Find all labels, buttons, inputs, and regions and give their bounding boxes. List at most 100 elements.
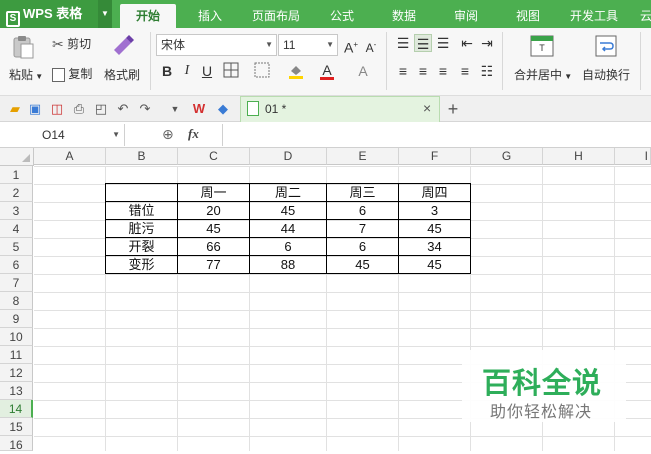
row-header[interactable]: 1 <box>0 166 33 184</box>
row-header[interactable]: 10 <box>0 328 33 346</box>
table-cell[interactable]: 45 <box>399 256 470 274</box>
tab-view[interactable]: 视图 <box>504 4 552 28</box>
align-middle-icon[interactable]: ☰ <box>414 34 432 52</box>
table-cell[interactable]: 66 <box>178 238 249 256</box>
row-header[interactable]: 6 <box>0 256 33 274</box>
tab-review[interactable]: 审阅 <box>442 4 490 28</box>
decrease-font-icon[interactable]: A- <box>362 36 380 55</box>
table-cell[interactable]: 6 <box>327 202 398 220</box>
font-color-icon[interactable]: A <box>318 61 336 80</box>
table-cell[interactable]: 44 <box>250 220 326 238</box>
justify-icon[interactable]: ≡ <box>456 62 474 80</box>
column-header[interactable]: A <box>34 148 106 165</box>
align-bottom-icon[interactable]: ☰ <box>434 34 452 52</box>
table-cell[interactable]: 脏污 <box>106 220 177 238</box>
new-tab-icon[interactable]: + <box>444 100 462 118</box>
fill-pattern-icon[interactable] <box>253 62 271 80</box>
table-cell[interactable]: 88 <box>250 256 326 274</box>
column-header[interactable]: B <box>106 148 178 165</box>
document-tab[interactable]: 01 * × <box>240 96 440 122</box>
row-header[interactable]: 4 <box>0 220 33 238</box>
merge-center-button[interactable]: 合并居中 ▼ <box>514 66 572 83</box>
chevron-down-icon[interactable]: ▼ <box>98 0 112 28</box>
table-cell[interactable]: 45 <box>399 220 470 238</box>
table-cell[interactable]: 45 <box>250 202 326 220</box>
row-header[interactable]: 12 <box>0 364 33 382</box>
row-header[interactable]: 7 <box>0 274 33 292</box>
export-pdf-icon[interactable]: ◫ <box>48 100 66 118</box>
column-header[interactable]: G <box>471 148 543 165</box>
align-right-icon[interactable]: ≡ <box>434 62 452 80</box>
table-header-cell[interactable]: 周二 <box>250 184 326 202</box>
copy-button[interactable]: 复制 <box>52 65 92 82</box>
table-cell[interactable]: 6 <box>327 238 398 256</box>
border-icon[interactable] <box>222 62 240 80</box>
bold-button[interactable]: B <box>158 62 176 80</box>
column-header[interactable]: F <box>399 148 471 165</box>
cube-icon[interactable]: ◆ <box>214 100 232 118</box>
clear-format-icon[interactable]: A <box>354 62 372 80</box>
row-header[interactable]: 16 <box>0 436 33 452</box>
table-cell[interactable]: 34 <box>399 238 470 256</box>
wrap-text-button[interactable]: 自动换行 <box>582 66 630 83</box>
tab-insert[interactable]: 插入 <box>184 4 236 28</box>
table-cell[interactable]: 开裂 <box>106 238 177 256</box>
row-header[interactable]: 11 <box>0 346 33 364</box>
cut-button[interactable]: ✂ 剪切 <box>52 35 91 53</box>
function-icon[interactable]: fx <box>188 126 199 142</box>
row-header[interactable]: 2 <box>0 184 33 202</box>
tab-formulas[interactable]: 公式 <box>318 4 366 28</box>
table-cell[interactable]: 错位 <box>106 202 177 220</box>
table-cell[interactable]: 变形 <box>106 256 177 274</box>
print-icon[interactable]: ⎙ <box>70 100 88 118</box>
indent-increase-icon[interactable]: ⇥ <box>478 34 496 52</box>
tab-home[interactable]: 开始 <box>120 4 176 28</box>
align-left-icon[interactable]: ≡ <box>394 62 412 80</box>
table-cell[interactable]: 7 <box>327 220 398 238</box>
column-header[interactable]: E <box>327 148 399 165</box>
tab-cloud[interactable]: 云 <box>636 4 651 28</box>
format-painter-icon[interactable] <box>110 32 136 61</box>
tab-page-layout[interactable]: 页面布局 <box>244 4 308 28</box>
table-cell[interactable]: 3 <box>399 202 470 220</box>
table-header-cell[interactable] <box>106 184 177 202</box>
close-icon[interactable]: × <box>423 100 431 116</box>
column-header[interactable]: C <box>178 148 250 165</box>
print-preview-icon[interactable]: ◰ <box>92 100 110 118</box>
table-header-cell[interactable]: 周四 <box>399 184 470 202</box>
undo-icon[interactable]: ↶ <box>114 100 132 118</box>
table-cell[interactable]: 45 <box>327 256 398 274</box>
fill-color-icon[interactable] <box>287 62 305 80</box>
row-header[interactable]: 8 <box>0 292 33 310</box>
formula-input[interactable] <box>222 124 651 146</box>
underline-button[interactable]: U <box>198 62 216 80</box>
increase-font-icon[interactable]: A+ <box>342 36 360 56</box>
column-header[interactable]: D <box>250 148 327 165</box>
zoom-icon[interactable]: ⊕ <box>162 126 174 143</box>
row-header[interactable]: 13 <box>0 382 33 400</box>
align-center-icon[interactable]: ≡ <box>414 62 432 80</box>
column-header[interactable]: H <box>543 148 615 165</box>
chevron-down-icon[interactable]: ▼ <box>112 124 120 146</box>
wrap-text-icon[interactable] <box>594 34 618 61</box>
save-icon[interactable]: ▣ <box>26 100 44 118</box>
customize-toolbar-icon[interactable]: ▼ <box>166 100 184 118</box>
app-menu-button[interactable]: S WPS 表格 ▼ <box>0 0 112 28</box>
table-header-cell[interactable]: 周三 <box>327 184 398 202</box>
row-header[interactable]: 15 <box>0 418 33 436</box>
indent-decrease-icon[interactable]: ⇤ <box>458 34 476 52</box>
distributed-icon[interactable]: ☷ <box>478 62 496 80</box>
paste-button[interactable]: 粘贴 ▼ <box>9 66 43 83</box>
redo-icon[interactable]: ↷ <box>136 100 154 118</box>
merge-center-icon[interactable]: T <box>530 34 554 61</box>
row-header[interactable]: 5 <box>0 238 33 256</box>
tab-data[interactable]: 数据 <box>380 4 428 28</box>
align-top-icon[interactable]: ☰ <box>394 34 412 52</box>
select-all-corner[interactable] <box>0 148 34 166</box>
name-box[interactable]: O14 ▼ <box>0 124 125 146</box>
open-folder-icon[interactable]: ▰ <box>6 100 24 118</box>
font-name-select[interactable]: 宋体 ▼ <box>156 34 277 56</box>
wps-w-icon[interactable]: W <box>190 100 208 118</box>
font-size-select[interactable]: 11 ▼ <box>278 34 338 56</box>
paste-icon[interactable] <box>10 34 40 60</box>
